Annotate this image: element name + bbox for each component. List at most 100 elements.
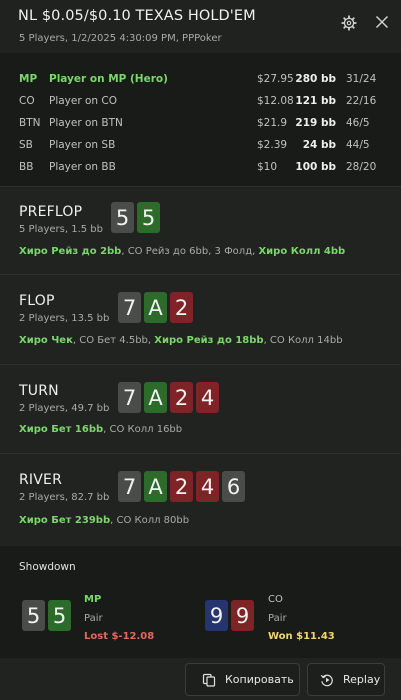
action-text: , CO Колл 14bb xyxy=(263,335,343,346)
street-actions: Хиро Рейз до 2bb, CO Рейз до 6bb, 3 Фолд… xyxy=(19,246,345,257)
hero-action: Хиро Бет 239bb xyxy=(19,515,111,526)
showdown-position: CO xyxy=(268,594,283,605)
player-stack-money: $10 xyxy=(257,161,278,173)
showdown-panel: Showdown 5 5 MP Pair Lost $-12.08 9 9 CO… xyxy=(0,546,401,658)
hand-title: NL $0.05/$0.10 TEXAS HOLD'EM xyxy=(18,8,256,24)
street-preflop: PREFLOP 5 Players, 1.5 bb 5 5 Хиро Рейз … xyxy=(0,186,401,274)
player-stats: 28/20 xyxy=(346,161,377,173)
street-pot: 2 Players, 82.7 bb xyxy=(19,492,110,503)
copy-icon xyxy=(202,673,216,687)
player-position: BB xyxy=(19,161,34,173)
replay-button-label: Replay xyxy=(343,673,381,686)
card: 7 xyxy=(118,292,141,323)
player-stack-bb: 100 bb xyxy=(295,161,336,173)
street-river: RIVER 2 Players, 82.7 bb 7 A 2 4 6 Хиро … xyxy=(0,453,401,541)
card: 9 xyxy=(231,600,254,631)
card: 9 xyxy=(205,600,228,631)
hero-action: Хиро Бет 16bb xyxy=(19,424,104,435)
hand-subtitle: 5 Players, 1/2/2025 4:30:09 PM, PPPoker xyxy=(19,33,222,44)
action-text: , CO Рейз до 6bb, 3 Фолд, xyxy=(121,246,259,257)
card: 7 xyxy=(118,471,141,502)
player-row-bb: BB Player on BB $10 100 bb 28/20 xyxy=(0,161,401,179)
card: A xyxy=(144,471,167,502)
player-stack-bb: 219 bb xyxy=(295,117,336,129)
player-position: BTN xyxy=(19,117,41,129)
showdown-result: Lost $-12.08 xyxy=(84,631,155,642)
showdown-title: Showdown xyxy=(19,561,76,573)
player-stats: 31/24 xyxy=(346,73,377,85)
player-stats: 22/16 xyxy=(346,95,377,107)
player-stack-money: $27.95 xyxy=(257,73,294,85)
card: 5 xyxy=(137,202,160,233)
card: 4 xyxy=(196,471,219,502)
street-turn: TURN 2 Players, 49.7 bb 7 A 2 4 Хиро Бет… xyxy=(0,364,401,452)
replay-button[interactable]: Replay xyxy=(307,663,385,696)
hero-action: Хиро Рейз до 18bb xyxy=(154,335,264,346)
player-position: MP xyxy=(19,73,38,85)
player-row-btn: BTN Player on BTN $21.9 219 bb 46/5 xyxy=(0,117,401,135)
showdown-hand: Pair xyxy=(268,613,287,624)
showdown-cards: 9 9 xyxy=(205,600,254,631)
card: 6 xyxy=(222,471,245,502)
street-name: TURN xyxy=(19,383,59,399)
player-stack-bb: 280 bb xyxy=(295,73,336,85)
player-position: CO xyxy=(19,95,35,107)
street-name: FLOP xyxy=(19,293,55,309)
hand-header: NL $0.05/$0.10 TEXAS HOLD'EM 5 Players, … xyxy=(0,0,401,53)
action-text: , CO Колл 16bb xyxy=(103,424,183,435)
player-name: Player on BB xyxy=(49,161,116,173)
street-actions: Хиро Бет 239bb, CO Колл 80bb xyxy=(19,515,189,526)
card: 4 xyxy=(196,382,219,413)
card: 7 xyxy=(118,382,141,413)
hero-action: Хиро Чек xyxy=(19,335,73,346)
replay-icon xyxy=(320,674,333,686)
street-name: RIVER xyxy=(19,472,63,488)
action-text: , CO Колл 80bb xyxy=(110,515,190,526)
street-pot: 5 Players, 1.5 bb xyxy=(19,224,104,235)
showdown-position: MP xyxy=(84,594,102,605)
street-flop: FLOP 2 Players, 13.5 bb 7 A 2 Хиро Чек, … xyxy=(0,274,401,362)
player-stack-bb: 24 bb xyxy=(302,139,336,151)
hero-action: Хиро Рейз до 2bb xyxy=(19,246,122,257)
street-actions: Хиро Бет 16bb, CO Колл 16bb xyxy=(19,424,182,435)
player-row-mp: MP Player on MP (Hero) $27.95 280 bb 31/… xyxy=(0,73,401,91)
card: 5 xyxy=(111,202,134,233)
copy-button-label: Копировать xyxy=(225,673,294,686)
player-name: Player on MP (Hero) xyxy=(49,73,168,85)
card: 5 xyxy=(22,600,45,631)
player-stack-money: $12.08 xyxy=(257,95,294,107)
players-table: MP Player on MP (Hero) $27.95 280 bb 31/… xyxy=(0,53,401,186)
footer-bar: Копировать Replay xyxy=(0,658,401,700)
card: 2 xyxy=(170,382,193,413)
card: 2 xyxy=(170,471,193,502)
card: A xyxy=(144,382,167,413)
street-name: PREFLOP xyxy=(19,204,83,220)
showdown-hand: Pair xyxy=(84,613,103,624)
player-stack-bb: 121 bb xyxy=(295,95,336,107)
street-cards: 7 A 2 4 xyxy=(118,382,219,413)
card: 5 xyxy=(48,600,71,631)
street-pot: 2 Players, 13.5 bb xyxy=(19,313,110,324)
showdown-player-co: 9 9 CO Pair Won $11.43 xyxy=(205,592,385,644)
player-position: SB xyxy=(19,139,33,151)
street-cards: 7 A 2 4 6 xyxy=(118,471,245,502)
player-stats: 44/5 xyxy=(346,139,370,151)
showdown-player-mp: 5 5 MP Pair Lost $-12.08 xyxy=(22,592,192,644)
player-stats: 46/5 xyxy=(346,117,370,129)
player-stack-money: $21.9 xyxy=(257,117,288,129)
player-stack-money: $2.39 xyxy=(257,139,288,151)
hero-action: Хиро Колл 4bb xyxy=(258,246,346,257)
close-icon[interactable] xyxy=(374,14,390,30)
action-text: , CO Бет 4.5bb, xyxy=(72,335,155,346)
player-name: Player on CO xyxy=(49,95,118,107)
gear-icon[interactable] xyxy=(341,15,357,31)
player-row-sb: SB Player on SB $2.39 24 bb 44/5 xyxy=(0,139,401,157)
card: A xyxy=(144,292,167,323)
showdown-cards: 5 5 xyxy=(22,600,71,631)
player-name: Player on BTN xyxy=(49,117,123,129)
player-row-co: CO Player on CO $12.08 121 bb 22/16 xyxy=(0,95,401,113)
street-actions: Хиро Чек, CO Бет 4.5bb, Хиро Рейз до 18b… xyxy=(19,335,343,346)
street-cards: 7 A 2 xyxy=(118,292,193,323)
player-name: Player on SB xyxy=(49,139,116,151)
copy-button[interactable]: Копировать xyxy=(185,663,300,696)
